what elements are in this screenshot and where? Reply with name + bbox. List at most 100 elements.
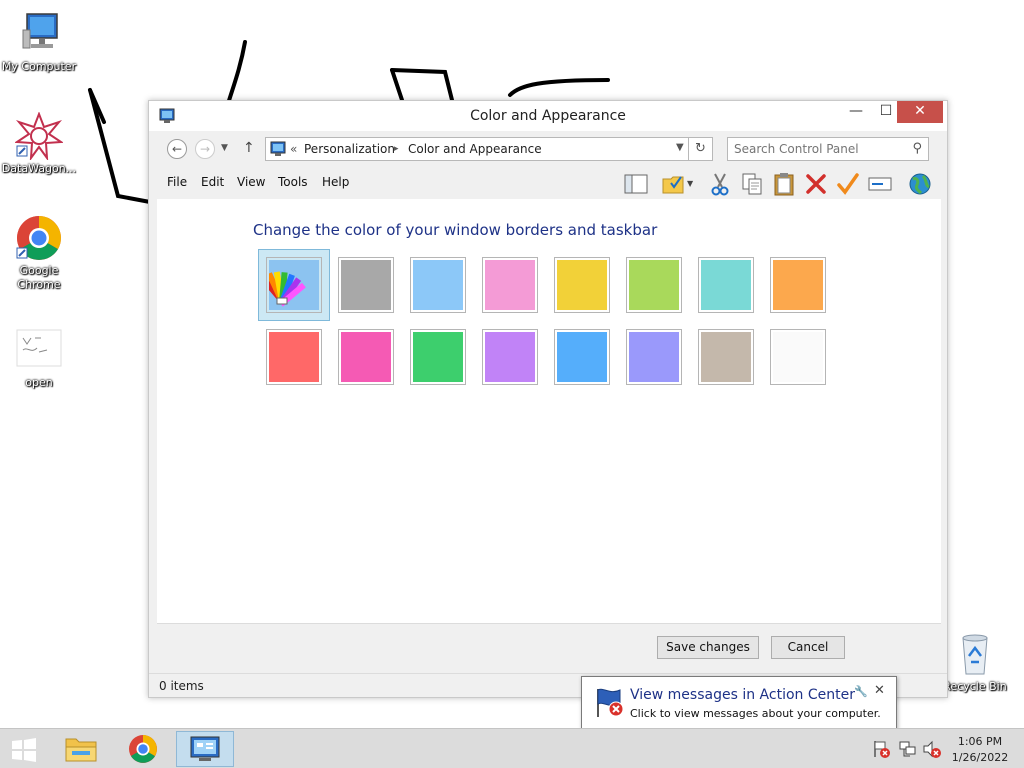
forward-button[interactable]: →: [195, 139, 215, 159]
desktop-icon-my-computer[interactable]: My Computer: [0, 10, 78, 74]
search-icon: ⚲: [912, 141, 922, 156]
swatch-fill: [773, 260, 823, 310]
views-dropdown[interactable]: ▼: [687, 171, 699, 197]
taskbar-chrome[interactable]: [114, 731, 172, 767]
back-button[interactable]: ←: [167, 139, 187, 159]
notification-settings-icon[interactable]: 🔧: [854, 685, 868, 698]
save-changes-button[interactable]: Save changes: [657, 636, 759, 659]
breadcrumb-separator[interactable]: ▸: [394, 144, 399, 154]
title-bar[interactable]: Color and Appearance — ☐ ✕: [149, 101, 947, 131]
color-swatch[interactable]: [410, 257, 466, 313]
cut-button[interactable]: [707, 171, 733, 197]
chrome-icon: [129, 735, 157, 763]
color-palette-icon: [259, 260, 319, 310]
taskbar-file-explorer[interactable]: [52, 731, 110, 767]
color-swatch[interactable]: [698, 329, 754, 385]
color-swatch[interactable]: [770, 329, 826, 385]
close-button[interactable]: ✕: [897, 101, 943, 123]
swatch-fill: [557, 260, 607, 310]
desktop-icon-label: Google Chrome: [17, 264, 61, 291]
refresh-button[interactable]: ↻: [689, 137, 713, 161]
chrome-icon: [15, 214, 63, 262]
address-dropdown[interactable]: ▼: [676, 142, 684, 153]
taskbar-control-panel[interactable]: [176, 731, 234, 767]
start-button[interactable]: [6, 735, 42, 765]
notification-body: Click to view messages about your comput…: [630, 707, 881, 720]
search-box[interactable]: ⚲: [727, 137, 929, 161]
color-swatch[interactable]: [338, 329, 394, 385]
swatch-fill: [341, 260, 391, 310]
arrow-up-icon: ↑: [243, 140, 255, 156]
properties-button[interactable]: [835, 171, 861, 197]
color-swatch[interactable]: [410, 329, 466, 385]
windows-logo-icon: [12, 738, 36, 762]
desktop-icon-open[interactable]: open: [0, 326, 78, 390]
address-bar[interactable]: « Personalization ▸ Color and Appearance…: [265, 137, 689, 161]
swatch-fill: [341, 332, 391, 382]
content-area: Change the color of your window borders …: [157, 199, 941, 623]
paste-button[interactable]: [771, 171, 797, 197]
swatch-fill: [629, 332, 679, 382]
color-swatch-automatic[interactable]: [259, 257, 322, 313]
color-swatch[interactable]: [482, 257, 538, 313]
color-appearance-window: Color and Appearance — ☐ ✕ ← → ▼ ↑ « Per…: [148, 100, 948, 698]
control-panel-icon: [270, 141, 286, 157]
color-swatch[interactable]: [266, 329, 322, 385]
refresh-icon: ↻: [695, 141, 706, 156]
minimize-button[interactable]: —: [841, 101, 871, 123]
breadcrumb-personalization[interactable]: Personalization: [304, 142, 395, 156]
layout-pane-button[interactable]: [623, 171, 649, 197]
internet-options-button[interactable]: [907, 171, 933, 197]
action-center-tray-icon[interactable]: [872, 739, 892, 759]
chevron-down-icon: ▼: [687, 179, 694, 188]
menu-edit[interactable]: Edit: [201, 175, 224, 189]
swatch-fill: [701, 260, 751, 310]
color-swatch[interactable]: [554, 257, 610, 313]
action-center-flag-icon: [592, 685, 626, 719]
breadcrumb-color-appearance[interactable]: Color and Appearance: [408, 142, 542, 156]
action-center-notification[interactable]: View messages in Action Center Click to …: [581, 676, 897, 730]
color-swatch[interactable]: [770, 257, 826, 313]
menu-help[interactable]: Help: [322, 175, 349, 189]
delete-x-icon: [806, 174, 826, 194]
network-tray-icon[interactable]: [898, 739, 918, 759]
search-input[interactable]: [734, 141, 902, 157]
desktop-icon-datawagon[interactable]: DataWagon...: [0, 111, 78, 176]
swatch-fill: [269, 332, 319, 382]
color-swatch[interactable]: [338, 257, 394, 313]
notification-close-icon[interactable]: ✕: [874, 683, 885, 698]
desktop-icon-google-chrome[interactable]: Google Chrome: [0, 214, 78, 292]
swatch-fill: [557, 332, 607, 382]
menu-tools[interactable]: Tools: [278, 175, 308, 189]
folder-icon: [65, 738, 97, 762]
address-row: ← → ▼ ↑ « Personalization ▸ Color and Ap…: [157, 135, 939, 163]
menu-view[interactable]: View: [237, 175, 265, 189]
swatch-fill: [485, 332, 535, 382]
color-swatch[interactable]: [626, 257, 682, 313]
notification-title: View messages in Action Center: [630, 687, 855, 703]
color-swatch[interactable]: [554, 329, 610, 385]
color-swatch[interactable]: [698, 257, 754, 313]
system-clock[interactable]: 1:06 PM 1/26/2022: [942, 734, 1018, 766]
delete-button[interactable]: [803, 171, 829, 197]
item-count: 0 items: [159, 679, 204, 693]
menu-file[interactable]: File: [167, 175, 187, 189]
copy-button[interactable]: [739, 171, 765, 197]
cancel-button[interactable]: Cancel: [771, 636, 845, 659]
up-button[interactable]: ↑: [243, 140, 255, 156]
folder-check-icon: [662, 176, 684, 194]
color-swatch[interactable]: [626, 329, 682, 385]
folder-options-button[interactable]: [661, 171, 687, 197]
color-swatch[interactable]: [482, 329, 538, 385]
rename-button[interactable]: [867, 171, 893, 197]
button-footer: Save changes Cancel: [157, 623, 941, 669]
image-file-icon: [15, 326, 63, 374]
breadcrumb-overflow[interactable]: «: [290, 142, 297, 156]
desktop-icon-label: DataWagon...: [1, 162, 77, 175]
taskbar: 1:06 PM 1/26/2022: [0, 728, 1024, 768]
recent-locations-dropdown[interactable]: ▼: [221, 143, 228, 153]
volume-tray-icon[interactable]: [922, 739, 942, 759]
paste-icon: [774, 173, 794, 196]
arrow-left-icon: ←: [171, 142, 183, 156]
control-panel-icon: [190, 736, 220, 761]
